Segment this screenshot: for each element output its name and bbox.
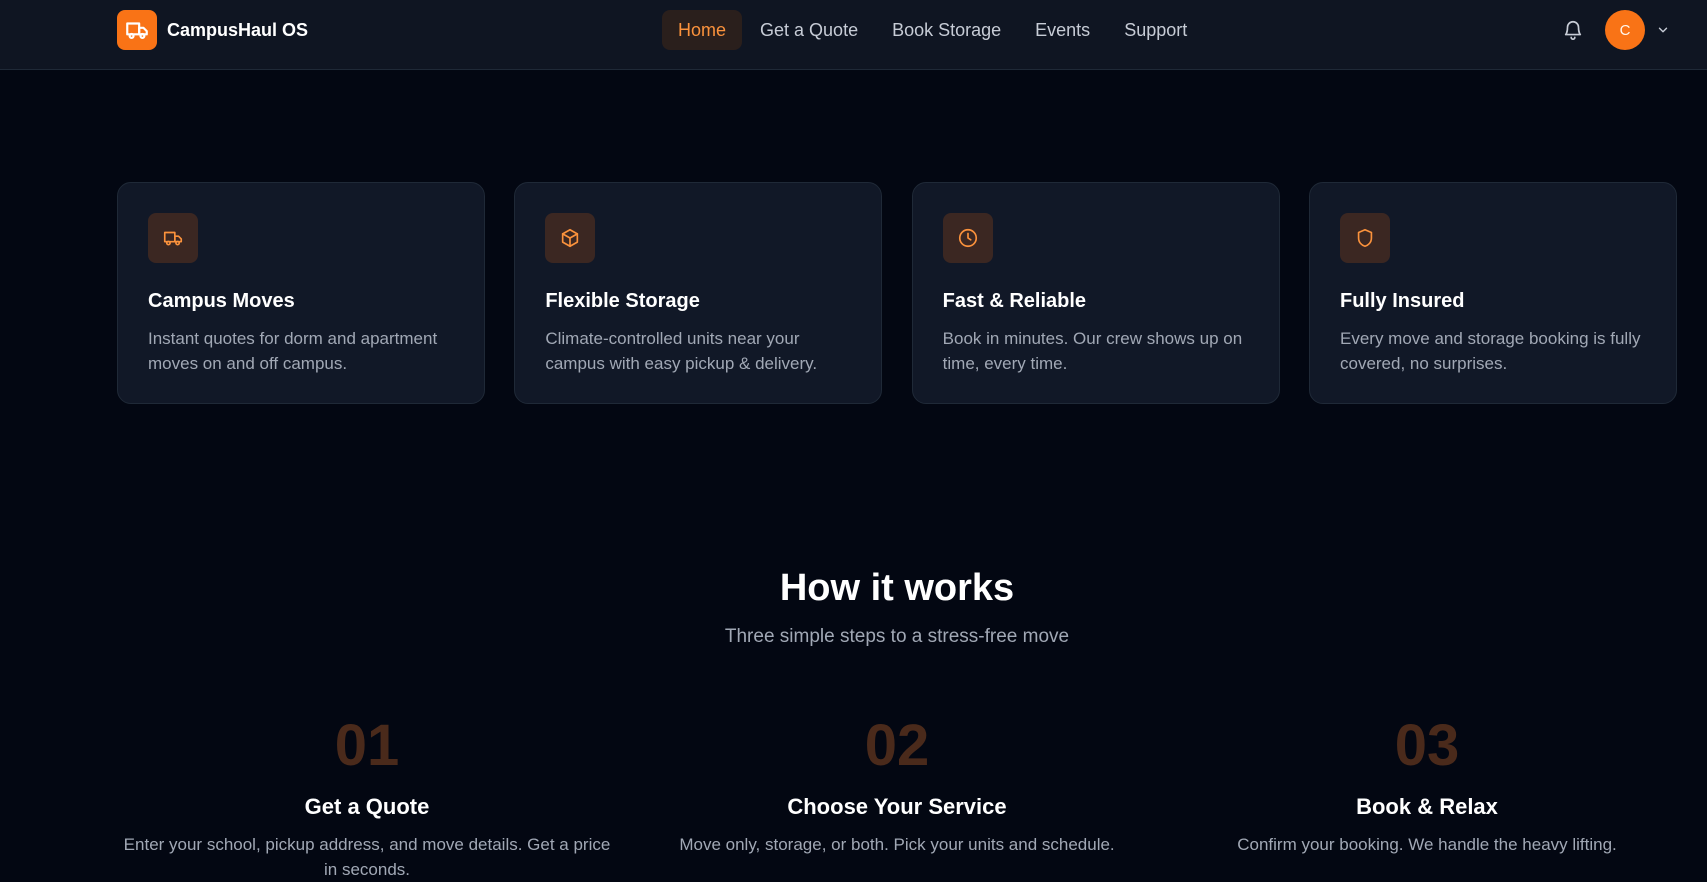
how-it-works-steps: 01 Get a Quote Enter your school, pickup… (117, 710, 1677, 882)
how-it-works-header: How it works Three simple steps to a str… (0, 560, 1707, 648)
step-number: 02 (864, 713, 930, 778)
shield-icon (1339, 213, 1390, 263)
avatar[interactable]: C (1605, 10, 1645, 50)
nav-item-support[interactable]: Support (1108, 10, 1203, 50)
feature-title: Flexible Storage (545, 290, 700, 312)
nav-item-events[interactable]: Events (1019, 10, 1106, 50)
feature-description: Book in minutes. Our crew shows up on ti… (942, 329, 1243, 373)
nav-item-home[interactable]: Home (662, 10, 743, 50)
truck-icon (148, 213, 198, 263)
bell-icon[interactable] (1561, 18, 1585, 42)
step-title: Choose Your Service (787, 794, 1007, 819)
feature-title: Fully Insured (1339, 290, 1465, 312)
feature-card-campus-moves: Campus Moves Instant quotes for dorm and… (117, 182, 485, 404)
step-description: Enter your school, pickup address, and m… (123, 835, 611, 879)
step-title: Book & Relax (1356, 794, 1498, 819)
feature-description: Climate-controlled units near your campu… (545, 329, 818, 373)
nav-item-book-storage[interactable]: Book Storage (876, 10, 1017, 50)
brand-name: CampusHaul OS (167, 19, 309, 40)
step-1: 01 Get a Quote Enter your school, pickup… (117, 710, 617, 882)
feature-description: Instant quotes for dorm and apartment mo… (148, 329, 438, 373)
chevron-down-icon[interactable] (1655, 22, 1671, 38)
feature-description: Every move and storage booking is fully … (1339, 329, 1641, 373)
box-icon (545, 213, 596, 263)
step-title: Get a Quote (304, 794, 430, 819)
top-navigation-bar: CampusHaul OS Home Get a Quote Book Stor… (0, 0, 1707, 70)
feature-card-fully-insured: Fully Insured Every move and storage boo… (1308, 182, 1677, 404)
step-3: 03 Book & Relax Confirm your booking. We… (1177, 710, 1677, 882)
section-subtitle: Three simple steps to a stress-free move (724, 626, 1070, 647)
feature-title: Fast & Reliable (942, 290, 1087, 312)
brand[interactable]: CampusHaul OS (117, 10, 308, 50)
feature-title: Campus Moves (148, 290, 295, 312)
section-title: How it works (779, 567, 1015, 609)
feature-card-fast-reliable: Fast & Reliable Book in minutes. Our cre… (911, 182, 1280, 404)
truck-icon (117, 10, 157, 50)
clock-icon (942, 213, 993, 263)
step-number: 01 (334, 713, 400, 778)
main-nav: Home Get a Quote Book Storage Events Sup… (662, 10, 1205, 50)
feature-card-flexible-storage: Flexible Storage Climate-controlled unit… (514, 182, 883, 404)
step-description: Move only, storage, or both. Pick your u… (679, 835, 1115, 854)
step-2: 02 Choose Your Service Move only, storag… (647, 710, 1147, 882)
feature-cards: Campus Moves Instant quotes for dorm and… (117, 182, 1677, 404)
header-actions: C (1561, 10, 1671, 50)
nav-item-get-a-quote[interactable]: Get a Quote (744, 10, 874, 50)
step-description: Confirm your booking. We handle the heav… (1237, 835, 1617, 854)
step-number: 03 (1394, 713, 1460, 778)
